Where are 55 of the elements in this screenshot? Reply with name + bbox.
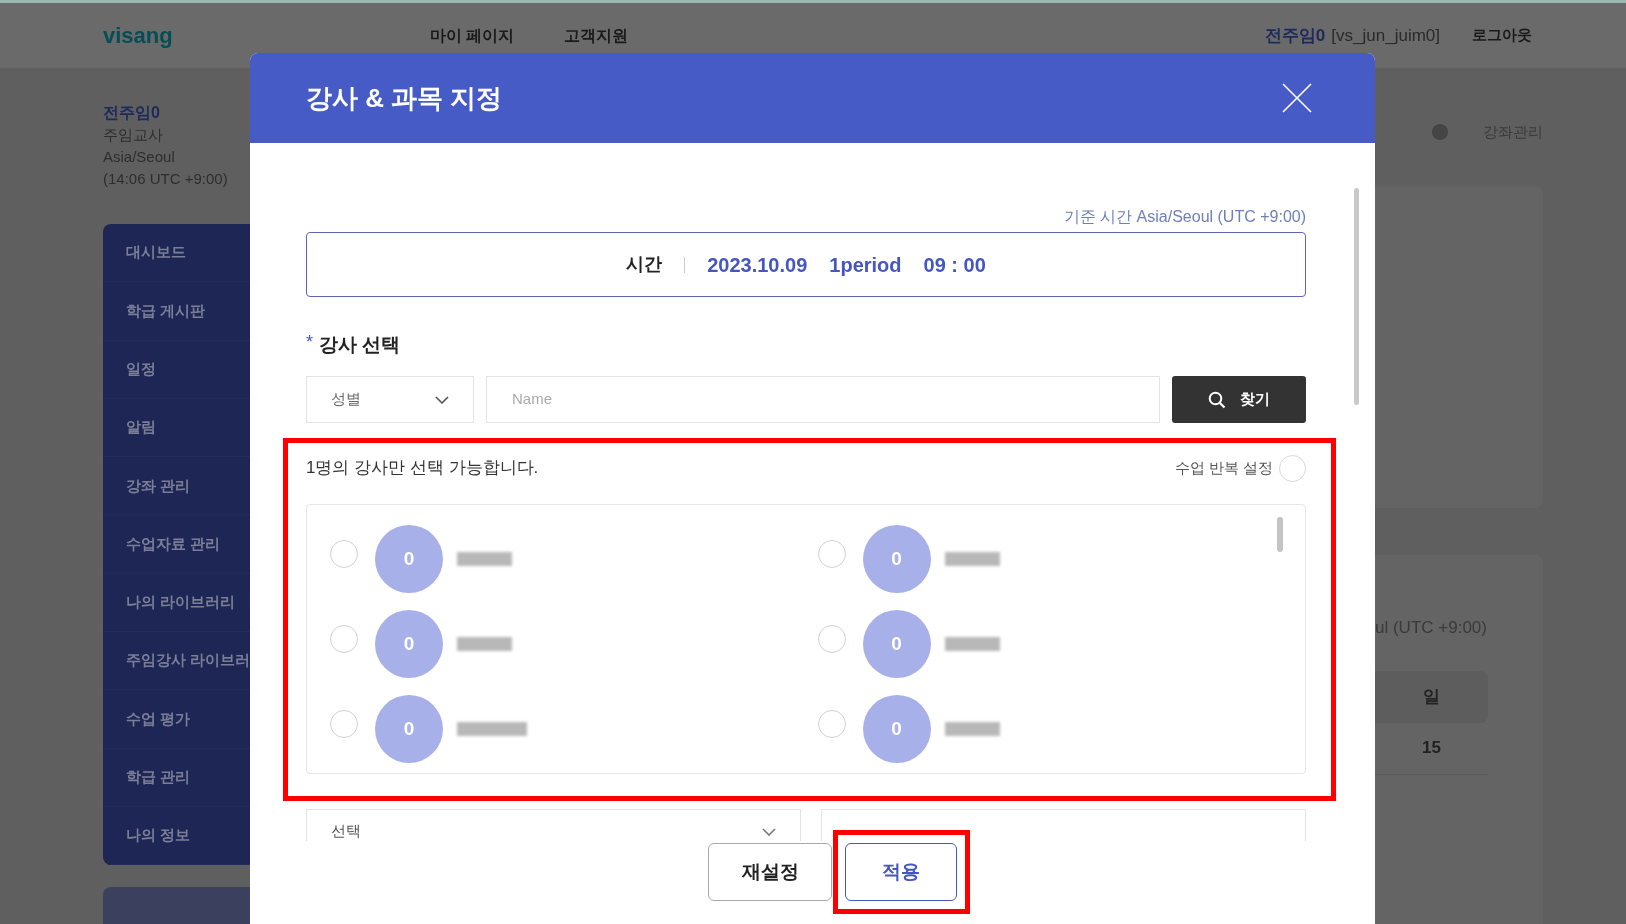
search-button[interactable]: 찾기 <box>1172 376 1306 423</box>
sidebar-item[interactable]: 알림 <box>126 416 156 439</box>
apply-button[interactable]: 적용 <box>845 843 957 901</box>
blurred-name <box>944 722 1000 736</box>
sidebar-item[interactable]: 강좌 관리 <box>126 474 191 498</box>
avatar: 0 <box>375 610 443 678</box>
column-header: 일 <box>1423 685 1440 708</box>
sidebar-item[interactable]: 학급 게시판 <box>126 299 206 323</box>
nav-link[interactable]: 고객지원 <box>564 23 629 48</box>
scrollbar[interactable] <box>1354 188 1359 405</box>
reset-button[interactable]: 재설정 <box>708 843 832 901</box>
sidebar-item[interactable]: 학급 관리 <box>126 766 191 789</box>
gender-select[interactable]: 성별 <box>306 376 474 423</box>
unit-select[interactable] <box>821 809 1306 841</box>
avatar: 0 <box>375 525 443 593</box>
repeat-toggle[interactable] <box>1279 454 1306 482</box>
time-value: 09 : 00 <box>923 252 986 278</box>
logout-link[interactable]: 로그아웃 <box>1472 24 1532 47</box>
profile-name: 전주임0 <box>103 103 161 123</box>
sidebar-item[interactable]: 대시보드 <box>126 241 186 264</box>
blurred-name <box>457 722 527 736</box>
blurred-name <box>457 552 512 566</box>
sidebar-item[interactable]: 수업자료 관리 <box>126 532 221 556</box>
name-field[interactable]: Name <box>486 376 1160 423</box>
avatar: 0 <box>862 695 931 763</box>
sidebar-item[interactable]: 수업 평가 <box>126 707 191 731</box>
repeat-label: 수업 반복 설정 <box>1174 457 1273 478</box>
sidebar-item[interactable]: 나의 라이브러리 <box>126 591 236 614</box>
chevron-icon <box>762 828 776 836</box>
table-cell-text: 15 <box>1422 737 1441 760</box>
section-label: 강사 선택 <box>319 332 401 357</box>
close-button[interactable] <box>1281 82 1313 114</box>
user-id: [vs_jun_juim0] <box>1331 24 1440 47</box>
blurred-name <box>944 637 1000 651</box>
user-name: 전주임0 <box>1264 24 1326 47</box>
notice-text: 1명의 강사만 선택 가능합니다. <box>306 457 539 480</box>
time-label: 시간 <box>626 253 663 276</box>
date-value: 2023.10.09 <box>707 252 808 278</box>
chevron-icon <box>435 395 449 404</box>
avatar: 0 <box>375 695 443 763</box>
subject-select[interactable]: 선택 <box>306 809 801 841</box>
reference-time: 기준 시간 Asia/Seoul (UTC +9:00) <box>1063 207 1306 227</box>
dialog-title: 강사 & 과목 지정 <box>306 81 503 115</box>
nav-link[interactable]: 마이 페이지 <box>430 23 515 48</box>
period-value: 1period <box>829 252 902 278</box>
search-icon <box>1208 390 1226 409</box>
sidebar-item[interactable]: 일정 <box>126 358 156 381</box>
avatar: 0 <box>862 610 931 678</box>
sidebar-item[interactable]: 나의 정보 <box>126 824 191 847</box>
blurred-name <box>944 552 1000 566</box>
required-mark: * <box>306 331 313 354</box>
sidebar-item[interactable]: 주임강사 라이브러 <box>126 649 251 672</box>
blurred-name <box>457 637 512 651</box>
avatar: 0 <box>862 525 931 593</box>
scrollbar[interactable] <box>1277 517 1283 552</box>
